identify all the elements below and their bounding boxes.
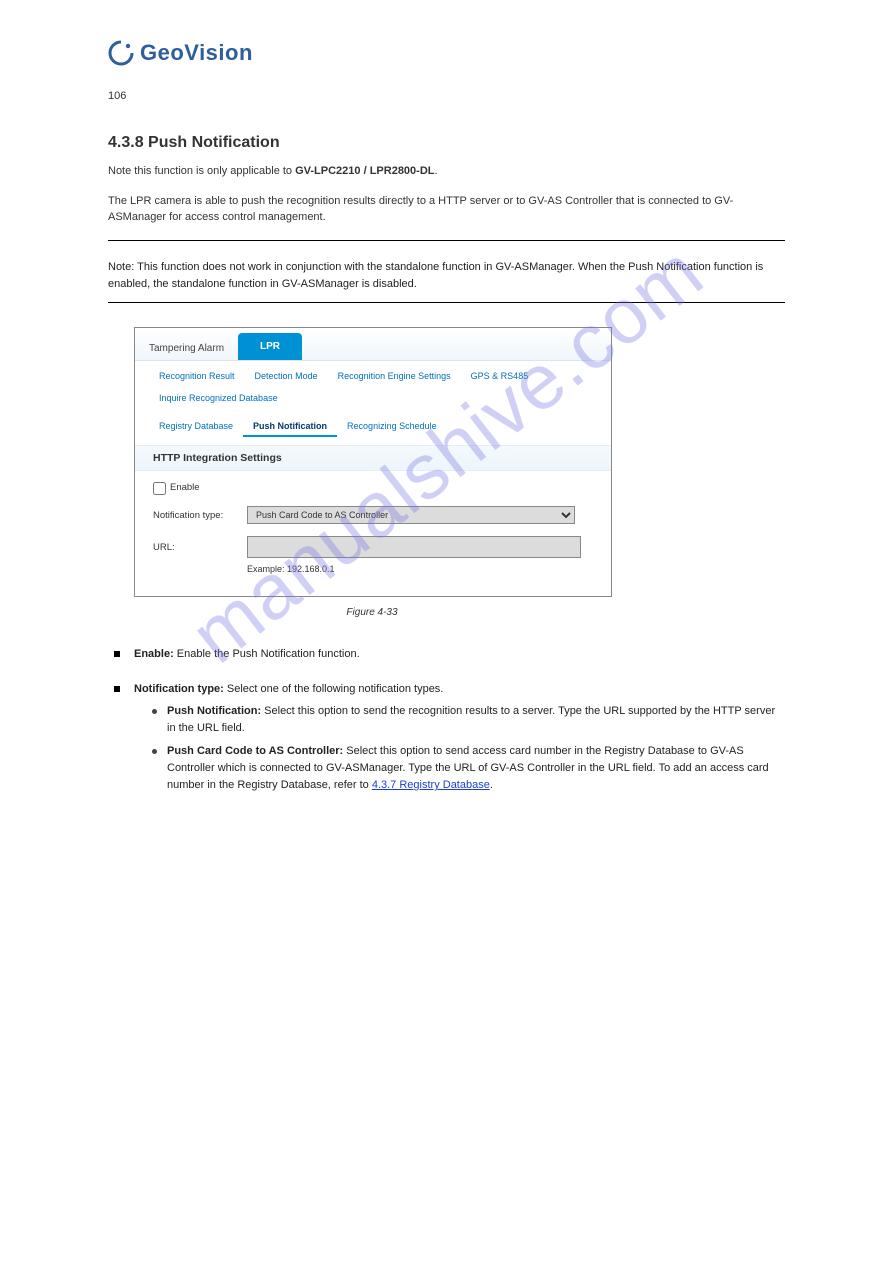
intro-paragraph-1: Note this function is only applicable to… (108, 164, 785, 180)
bullet-notif-title: Notification type: (134, 683, 224, 695)
panel-header: HTTP Integration Settings (135, 445, 611, 471)
subtab-push-notification[interactable]: Push Notification (243, 419, 337, 437)
bullet-notification-type: Notification type: Select one of the fol… (108, 681, 785, 795)
tab-lpr[interactable]: LPR (238, 333, 302, 360)
intro-1-pre: Note this function is only applicable to (108, 165, 295, 177)
page-number: 106 (108, 90, 785, 102)
bullet-notif-text: Select one of the following notification… (224, 683, 444, 695)
circle-bullet-icon (152, 709, 157, 714)
subtab-gps-rs485[interactable]: GPS & RS485 (461, 369, 539, 385)
sub1-title: Push Notification: (167, 705, 261, 717)
sub-bullet-push-card-code: Push Card Code to AS Controller: Select … (134, 743, 785, 794)
sub-bullet-push-notification: Push Notification: Select this option to… (134, 703, 785, 737)
note-box: Note: This function does not work in con… (108, 240, 785, 303)
sub2-title: Push Card Code to AS Controller: (167, 745, 343, 757)
subtab-inquire-recognized-database[interactable]: Inquire Recognized Database (149, 391, 288, 407)
enable-checkbox[interactable] (153, 482, 166, 495)
sub-tab-bar: Recognition Result Detection Mode Recogn… (135, 361, 611, 437)
subtab-registry-database[interactable]: Registry Database (149, 419, 243, 437)
intro-paragraph-2: The LPR camera is able to push the recog… (108, 194, 785, 226)
circle-bullet-icon (152, 749, 157, 754)
intro-1-bold: GV-LPC2210 / LPR2800-DL (295, 165, 434, 177)
url-example-hint: Example: 192.168.0.1 (247, 564, 593, 574)
settings-screenshot: Tampering Alarm LPR Recognition Result D… (134, 327, 612, 597)
subtab-recognition-engine-settings[interactable]: Recognition Engine Settings (328, 369, 461, 385)
subtab-recognition-result[interactable]: Recognition Result (149, 369, 245, 385)
url-label: URL: (153, 542, 247, 553)
bullet-enable-title: Enable: (134, 648, 174, 660)
subtab-detection-mode[interactable]: Detection Mode (245, 369, 328, 385)
logo-icon (108, 40, 134, 66)
bullet-enable-text: Enable the Push Notification function. (174, 648, 360, 660)
section-heading: 4.3.8 Push Notification (108, 134, 785, 152)
url-input[interactable] (247, 536, 581, 558)
note-text: Note: This function does not work in con… (108, 261, 763, 291)
subtab-recognizing-schedule[interactable]: Recognizing Schedule (337, 419, 447, 437)
square-bullet-icon (114, 686, 120, 692)
sub2-post: . (490, 779, 493, 791)
square-bullet-icon (114, 651, 120, 657)
brand-logo: GeoVision (108, 40, 785, 66)
bullet-enable: Enable: Enable the Push Notification fun… (108, 646, 785, 663)
top-tab-bar: Tampering Alarm LPR (135, 328, 611, 361)
brand-name: GeoVision (140, 40, 253, 66)
tab-tampering-alarm[interactable]: Tampering Alarm (135, 335, 238, 360)
enable-label: Enable (170, 482, 200, 493)
registry-database-link[interactable]: 4.3.7 Registry Database (372, 779, 490, 791)
notification-type-select[interactable]: Push Card Code to AS Controller (247, 506, 575, 524)
intro-1-post: . (435, 165, 438, 177)
notification-type-label: Notification type: (153, 510, 247, 521)
form-area: Enable Notification type: Push Card Code… (135, 471, 611, 584)
figure-caption: Figure 4-33 (134, 607, 610, 618)
